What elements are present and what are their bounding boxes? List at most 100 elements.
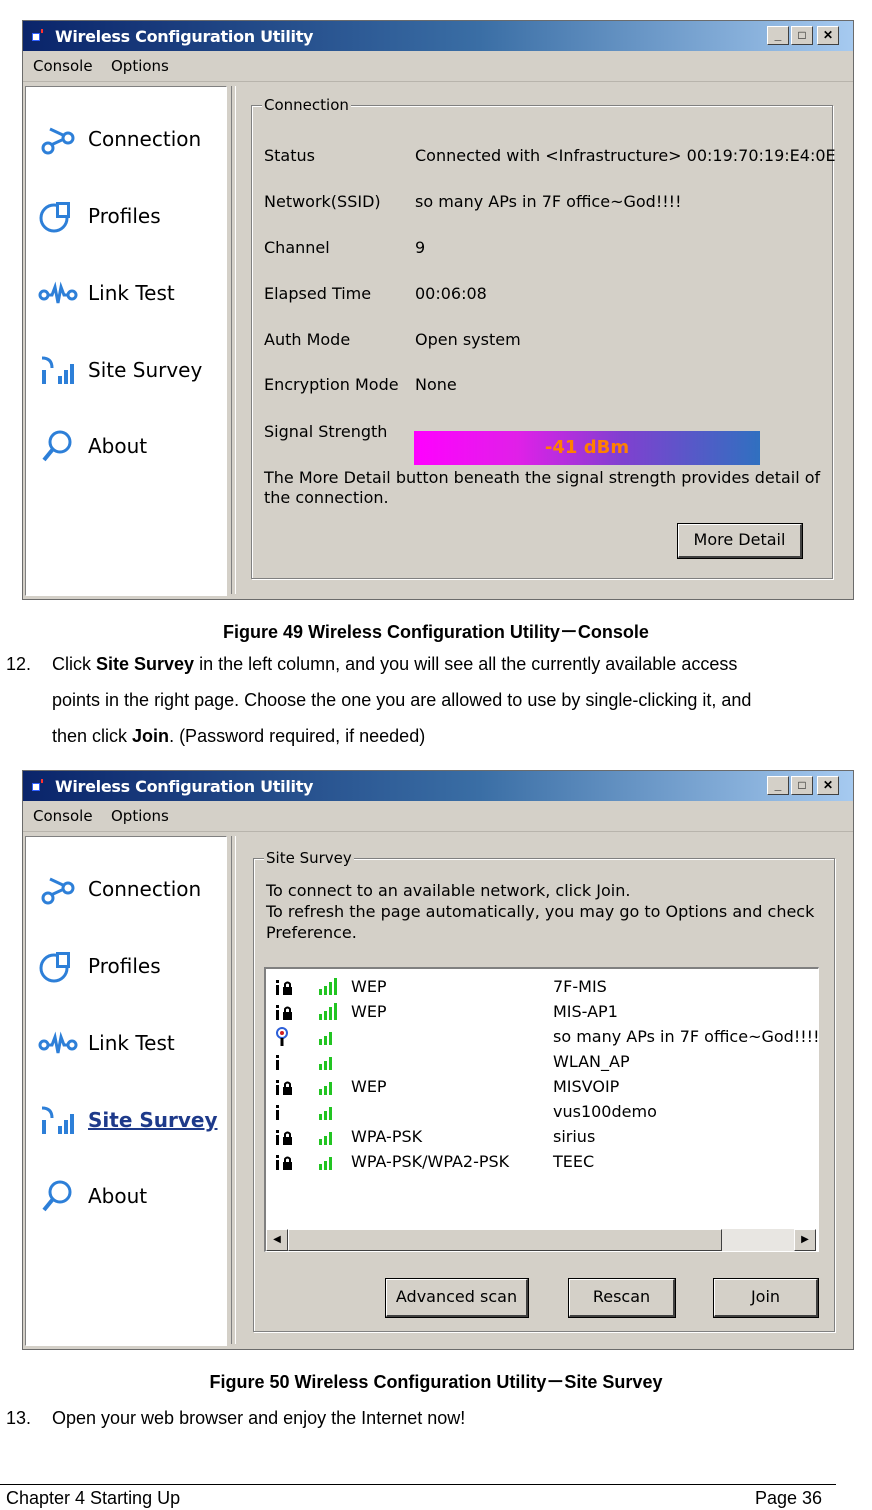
join-term: Join bbox=[132, 726, 170, 746]
network-row[interactable]: WEP MIS-AP1 bbox=[266, 1000, 816, 1025]
connection-icon bbox=[41, 127, 75, 155]
signal-high-icon bbox=[319, 978, 337, 995]
channel-label: Channel bbox=[264, 238, 330, 257]
sidebar-item-link-test[interactable]: Link Test bbox=[26, 271, 226, 315]
sidebar-item-connection[interactable]: Connection bbox=[26, 867, 226, 911]
minimize-button[interactable]: _ bbox=[767, 26, 789, 45]
signal-medium-icon bbox=[319, 1132, 332, 1145]
maximize-button[interactable]: □ bbox=[791, 776, 813, 795]
footer-rule bbox=[0, 1484, 836, 1485]
encryption-mode-label: Encryption Mode bbox=[264, 375, 399, 394]
menu-console[interactable]: Console bbox=[33, 57, 93, 75]
link-test-icon bbox=[38, 281, 78, 304]
site-survey-group: Site Survey To connect to an available n… bbox=[253, 849, 835, 1332]
detail-text-line1: The More Detail button beneath the signa… bbox=[264, 468, 821, 487]
advanced-scan-button[interactable]: Advanced scan bbox=[385, 1278, 529, 1318]
step-12-line3: then click Join. (Password required, if … bbox=[52, 718, 425, 754]
sidebar-item-label: Profiles bbox=[88, 954, 161, 978]
step-13-text: Open your web browser and enjoy the Inte… bbox=[52, 1408, 466, 1428]
footer-page-number: Page 36 bbox=[755, 1488, 823, 1508]
sidebar-item-profiles[interactable]: Profiles bbox=[26, 194, 226, 238]
network-row[interactable]: WPA-PSK sirius bbox=[266, 1125, 816, 1150]
sidebar-item-label: Link Test bbox=[88, 281, 175, 305]
network-row[interactable]: WEP 7F-MIS bbox=[266, 975, 816, 1000]
menu-options[interactable]: Options bbox=[111, 807, 169, 825]
step-12-number: 12. bbox=[6, 654, 32, 674]
app-icon bbox=[32, 29, 43, 41]
signal-medium-icon bbox=[319, 1057, 332, 1070]
sidebar-item-profiles[interactable]: Profiles bbox=[26, 944, 226, 988]
link-test-icon bbox=[38, 1031, 78, 1054]
step-12-line1: Click Site Survey in the left column, an… bbox=[52, 646, 737, 682]
signal-medium-icon bbox=[319, 1157, 332, 1170]
site-survey-term: Site Survey bbox=[96, 654, 195, 674]
encryption-cell: WPA-PSK bbox=[351, 1127, 423, 1146]
scroll-right-icon[interactable]: ▶ bbox=[794, 1229, 816, 1251]
signal-strength-bar: -41 dBm bbox=[414, 431, 760, 465]
signal-high-icon bbox=[319, 1003, 337, 1020]
encryption-cell: WEP bbox=[351, 977, 387, 996]
locked-ap-icon bbox=[276, 1080, 292, 1095]
menu-options[interactable]: Options bbox=[111, 57, 169, 75]
sidebar-item-site-survey[interactable]: Site Survey bbox=[26, 1098, 226, 1142]
connection-icon bbox=[41, 877, 75, 905]
sidebar-item-connection[interactable]: Connection bbox=[26, 117, 226, 161]
site-survey-icon bbox=[41, 1106, 74, 1134]
sidebar-item-label: About bbox=[88, 434, 148, 458]
profiles-icon bbox=[39, 202, 70, 233]
console-window: Wireless Configuration Utility _ □ ✕ Con… bbox=[22, 20, 854, 600]
menu-console[interactable]: Console bbox=[33, 807, 93, 825]
rescan-button[interactable]: Rescan bbox=[568, 1278, 676, 1318]
ssid-cell: so many APs in 7F office~God!!!! bbox=[553, 1027, 819, 1046]
more-detail-button[interactable]: More Detail bbox=[677, 523, 803, 559]
sidebar-item-label: Connection bbox=[88, 127, 202, 151]
network-row[interactable]: WPA-PSK/WPA2-PSK TEEC bbox=[266, 1150, 816, 1175]
close-button[interactable]: ✕ bbox=[817, 26, 839, 45]
connection-group: Connection Status Connected with <Infras… bbox=[251, 96, 836, 579]
signal-medium-icon bbox=[319, 1082, 332, 1095]
close-button[interactable]: ✕ bbox=[817, 776, 839, 795]
ssid-cell: sirius bbox=[553, 1127, 596, 1146]
ssid-label: Network(SSID) bbox=[264, 192, 381, 211]
status-value: Connected with <Infrastructure> 00:19:70… bbox=[415, 146, 836, 165]
horizontal-scrollbar[interactable]: ◀ ▶ bbox=[266, 1229, 816, 1251]
ssid-cell: vus100demo bbox=[553, 1102, 657, 1121]
figure-49-caption: Figure 49 Wireless Configuration Utility… bbox=[223, 622, 649, 642]
ssid-cell: TEEC bbox=[553, 1152, 595, 1171]
network-row[interactable]: WLAN_AP bbox=[266, 1050, 816, 1075]
step-12-text: in the left column, and you will see all… bbox=[194, 654, 738, 674]
sidebar-item-site-survey[interactable]: Site Survey bbox=[26, 348, 226, 392]
join-button[interactable]: Join bbox=[713, 1278, 819, 1318]
splitter[interactable] bbox=[231, 86, 236, 594]
title-bar[interactable]: Wireless Configuration Utility _ □ ✕ bbox=[23, 771, 853, 801]
sidebar-item-label: Site Survey bbox=[88, 358, 203, 382]
step-12-line2: points in the right page. Choose the one… bbox=[52, 690, 752, 710]
network-row[interactable]: so many APs in 7F office~God!!!! bbox=[266, 1025, 819, 1050]
signal-strength-label: Signal Strength bbox=[264, 422, 388, 441]
instruction-line3: Preference. bbox=[266, 923, 357, 942]
scroll-thumb[interactable] bbox=[288, 1229, 722, 1251]
sidebar-item-link-test[interactable]: Link Test bbox=[26, 1021, 226, 1065]
network-row[interactable]: vus100demo bbox=[266, 1100, 816, 1125]
network-row[interactable]: WEP MISVOIP bbox=[266, 1075, 816, 1100]
maximize-button[interactable]: □ bbox=[791, 26, 813, 45]
sidebar-item-about[interactable]: About bbox=[26, 424, 226, 468]
minimize-button[interactable]: _ bbox=[767, 776, 789, 795]
splitter[interactable] bbox=[231, 836, 236, 1344]
about-icon bbox=[42, 1180, 72, 1212]
group-title: Connection bbox=[262, 96, 351, 114]
scroll-left-icon[interactable]: ◀ bbox=[266, 1229, 288, 1251]
network-list[interactable]: WEP 7F-MIS WEP MIS-AP1 so many APs in 7F… bbox=[264, 967, 819, 1252]
sidebar-item-about[interactable]: About bbox=[26, 1174, 226, 1218]
sidebar: Connection Profiles Link Test Site Surve… bbox=[25, 86, 227, 596]
profiles-icon bbox=[39, 952, 70, 983]
about-icon bbox=[42, 430, 72, 462]
locked-ap-icon bbox=[276, 1005, 292, 1020]
ap-icon bbox=[276, 1105, 279, 1120]
window-title: Wireless Configuration Utility bbox=[55, 27, 314, 46]
connected-ap-icon bbox=[276, 1027, 288, 1046]
channel-value: 9 bbox=[415, 238, 426, 257]
title-bar[interactable]: Wireless Configuration Utility _ □ ✕ bbox=[23, 21, 853, 51]
step-12-text: then click bbox=[52, 726, 133, 746]
locked-ap-icon bbox=[276, 980, 292, 995]
